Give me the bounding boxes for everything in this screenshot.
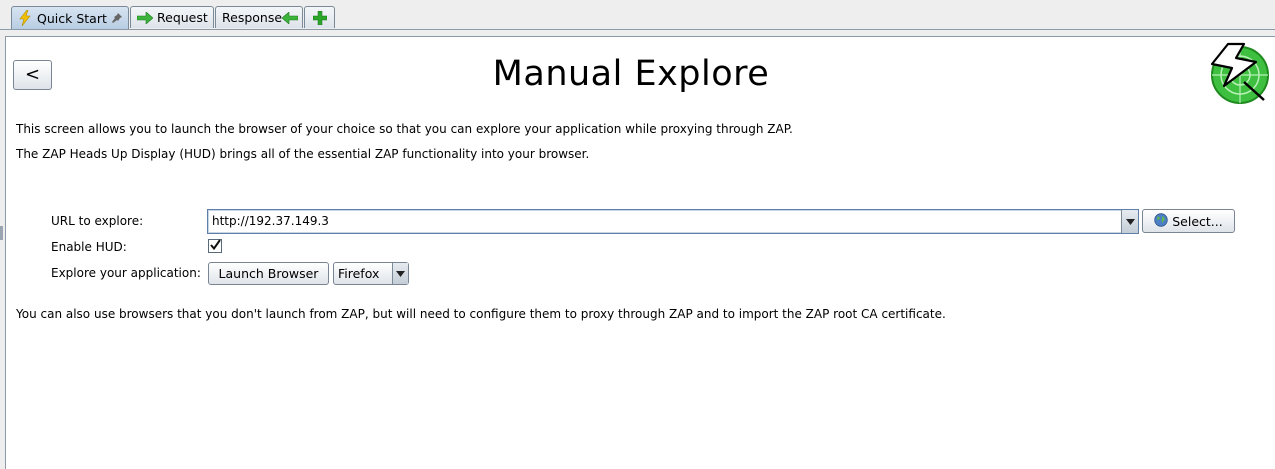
checkmark-icon bbox=[209, 239, 221, 253]
footer-note: You can also use browsers that you don't… bbox=[16, 307, 946, 321]
arrow-left-icon bbox=[282, 11, 299, 24]
select-url-button[interactable]: Select... bbox=[1142, 209, 1235, 233]
select-label: Select... bbox=[1172, 213, 1223, 229]
explore-label: Explore your application: bbox=[51, 266, 201, 280]
chevron-down-icon[interactable] bbox=[392, 263, 408, 284]
url-input[interactable]: http://192.37.149.3 bbox=[207, 209, 1139, 234]
tab-request[interactable]: Request bbox=[130, 6, 214, 28]
arrow-right-icon bbox=[137, 11, 153, 24]
tab-divider bbox=[0, 29, 1275, 30]
globe-icon bbox=[1154, 212, 1168, 230]
quick-start-panel bbox=[5, 36, 1275, 469]
launch-browser-button[interactable]: Launch Browser bbox=[208, 262, 329, 285]
zap-logo bbox=[1204, 42, 1272, 106]
browser-select[interactable]: Firefox bbox=[333, 262, 409, 285]
lightning-icon bbox=[18, 10, 32, 26]
enable-hud-checkbox[interactable] bbox=[208, 239, 222, 253]
add-tab-button[interactable] bbox=[304, 6, 335, 28]
page-title: Manual Explore bbox=[492, 54, 770, 94]
description-line-2: The ZAP Heads Up Display (HUD) brings al… bbox=[16, 147, 590, 161]
url-value[interactable]: http://192.37.149.3 bbox=[212, 214, 329, 228]
description-line-1: This screen allows you to launch the bro… bbox=[16, 122, 793, 136]
pin-icon[interactable] bbox=[111, 13, 122, 23]
tab-strip: Quick Start Request Response bbox=[0, 0, 1275, 30]
url-label: URL to explore: bbox=[51, 214, 144, 228]
tab-label: Request bbox=[157, 10, 208, 25]
tab-label: Quick Start bbox=[37, 10, 107, 26]
tab-label: Response bbox=[222, 10, 283, 25]
plus-icon bbox=[312, 10, 327, 25]
tab-quick-start[interactable]: Quick Start bbox=[11, 6, 129, 29]
chevron-down-icon[interactable] bbox=[1121, 210, 1138, 233]
tab-response[interactable]: Response bbox=[215, 6, 303, 28]
splitter-handle[interactable] bbox=[0, 226, 3, 240]
hud-label: Enable HUD: bbox=[51, 240, 127, 254]
browser-value: Firefox bbox=[338, 266, 380, 281]
